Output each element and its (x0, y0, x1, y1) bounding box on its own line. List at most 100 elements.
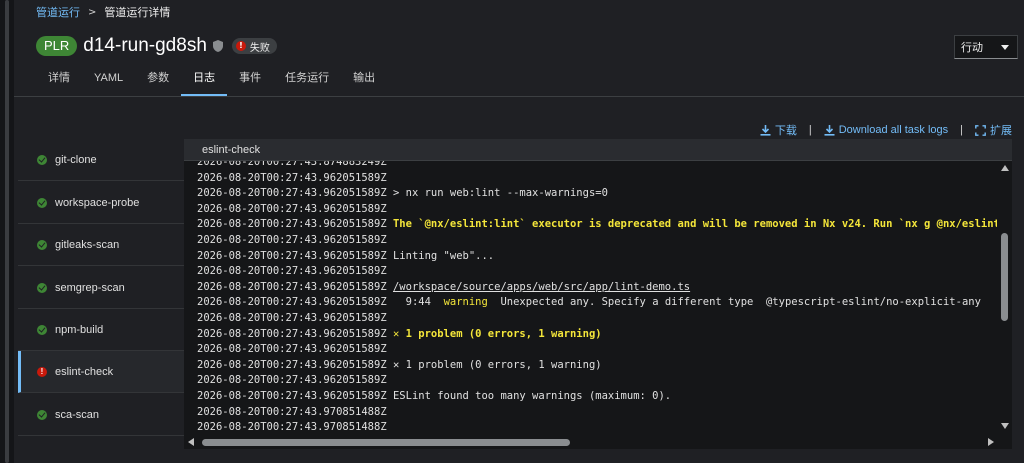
status-label: 失败 (249, 42, 270, 54)
log-timestamp: 2026-08-20T00:27:43.962051589Z (197, 389, 387, 402)
title-row: PLR d14-run-gd8sh ! 失败 (36, 33, 277, 59)
download-all-label: Download all task logs (838, 124, 949, 136)
tab-details[interactable]: 详情 (36, 62, 82, 96)
breadcrumb-pipeline-runs-link[interactable]: 管道运行 (36, 4, 80, 20)
scroll-up-arrow-icon[interactable] (1001, 165, 1009, 171)
log-timestamp: 2026-08-20T00:27:43.962051589Z (197, 311, 387, 324)
log-file-link[interactable]: /workspace/source/apps/web/src/app/lint-… (393, 281, 690, 293)
actions-label: 行动 (961, 41, 983, 54)
vertical-scrollbar[interactable] (998, 161, 1012, 433)
download-button[interactable]: 下载 (760, 122, 797, 138)
log-timestamp: 2026-08-20T00:27:43.962051589Z (197, 296, 387, 309)
task-item-sca-scan[interactable]: sca-scan (18, 394, 184, 436)
vertical-scroll-thumb[interactable] (1001, 233, 1008, 321)
log-timestamp: 2026-08-20T00:27:43.962051589Z (197, 233, 387, 246)
log-message: Linting "web"... (392, 249, 495, 262)
log-timestamp: 2026-08-20T00:27:43.962051589Z (197, 171, 387, 184)
resource-kind-badge: PLR (36, 36, 78, 56)
log-line: 2026-08-20T00:27:43.962051589Z /workspac… (197, 280, 997, 296)
check-circle-icon (37, 197, 47, 208)
log-timestamp: 2026-08-20T00:27:43.962051589Z (197, 280, 387, 293)
log-viewer[interactable]: 2026-08-20T00:27:43.874883249Z 2026-08-2… (184, 161, 1012, 449)
log-lines: 2026-08-20T00:27:43.874883249Z 2026-08-2… (197, 161, 997, 436)
tab-output[interactable]: 输出 (341, 62, 387, 96)
tab-events[interactable]: 事件 (227, 62, 273, 96)
exclamation-circle-icon: ! (235, 41, 246, 51)
tab-bar: 详情 YAML 参数 日志 事件 任务运行 输出 (36, 62, 387, 96)
log-line: 2026-08-20T00:27:43.962051589Z (197, 264, 997, 280)
log-panel-header: eslint-check (184, 139, 1012, 161)
log-warning-tag: warning (443, 296, 488, 309)
download-icon (760, 124, 771, 136)
scroll-right-arrow-icon[interactable] (988, 438, 994, 446)
tab-yaml[interactable]: YAML (82, 62, 135, 96)
left-rail (0, 0, 14, 463)
log-line: 2026-08-20T00:27:43.962051589Z (197, 311, 997, 327)
log-timestamp: 2026-08-20T00:27:43.962051589Z (197, 218, 387, 231)
log-message: ✕ 1 problem (0 errors, 1 warning) (392, 358, 602, 371)
expand-button[interactable]: 扩展 (975, 122, 1012, 138)
scroll-down-arrow-icon[interactable] (1001, 423, 1009, 429)
task-item-eslint-check[interactable]: ! eslint-check (18, 351, 184, 393)
log-message: The `@nx/eslint:lint` executor is deprec… (392, 218, 997, 231)
page: 管道运行 > 管道运行详情 PLR d14-run-gd8sh ! 失败 行动 … (14, 0, 1024, 463)
actions-dropdown[interactable]: 行动 (954, 35, 1018, 59)
tab-parameters[interactable]: 参数 (135, 62, 181, 96)
breadcrumb-separator: > (88, 6, 97, 18)
log-line: 2026-08-20T00:27:43.962051589Z (197, 342, 997, 358)
tabs-divider (14, 96, 1024, 97)
exclamation-circle-icon: ! (37, 366, 47, 377)
log-line: 2026-08-20T00:27:43.962051589Z The `@nx/… (197, 217, 997, 233)
log-line: 2026-08-20T00:27:43.970851488Z (197, 405, 997, 421)
task-name: npm-build (55, 323, 104, 336)
log-toolbar: 下载 | Download all task logs | 扩展 (760, 122, 1012, 138)
shield-icon (212, 40, 223, 52)
log-line: 2026-08-20T00:27:43.962051589Z Linting "… (197, 249, 997, 265)
download-all-logs-button[interactable]: Download all task logs (824, 124, 948, 136)
log-message: ESLint found too many warnings (maximum:… (392, 389, 672, 402)
page-title: d14-run-gd8sh (83, 35, 207, 56)
task-name: sca-scan (55, 408, 100, 421)
log-timestamp: 2026-08-20T00:27:43.970851488Z (197, 421, 387, 434)
breadcrumb-current: 管道运行详情 (104, 6, 171, 19)
tab-logs[interactable]: 日志 (181, 62, 228, 96)
log-position: 9:44 (392, 296, 444, 309)
log-timestamp: 2026-08-20T00:27:43.962051589Z (197, 358, 387, 371)
log-timestamp: 2026-08-20T00:27:43.962051589Z (197, 327, 387, 340)
log-line: 2026-08-20T00:27:43.962051589Z (197, 171, 997, 187)
expand-icon (975, 124, 986, 136)
toolbar-separator: | (960, 124, 963, 136)
task-item-git-clone[interactable]: git-clone (18, 139, 184, 181)
task-list: git-clone workspace-probe gitleaks-scan … (18, 139, 184, 439)
horizontal-scroll-thumb[interactable] (202, 439, 570, 446)
log-line: 2026-08-20T00:27:43.962051589Z (197, 233, 997, 249)
task-item-npm-build[interactable]: npm-build (18, 309, 184, 351)
log-line: 2026-08-20T00:27:43.962051589Z ✕ 1 probl… (197, 327, 997, 343)
scroll-left-arrow-icon[interactable] (188, 438, 194, 446)
horizontal-scrollbar[interactable] (184, 435, 1012, 449)
download-icon (824, 124, 835, 136)
caret-down-icon (1001, 45, 1009, 50)
log-line: 2026-08-20T00:27:43.962051589Z 9:44 warn… (197, 295, 997, 311)
check-circle-icon (37, 154, 47, 165)
tab-task-runs[interactable]: 任务运行 (273, 62, 341, 96)
task-item-semgrep-scan[interactable]: semgrep-scan (18, 267, 184, 309)
log-message: ✕ 1 problem (0 errors, 1 warning) (392, 327, 602, 340)
left-rail-scrollbar[interactable] (5, 0, 9, 463)
task-item-workspace-probe[interactable]: workspace-probe (18, 182, 184, 224)
task-item-gitleaks-scan[interactable]: gitleaks-scan (18, 224, 184, 266)
log-line: 2026-08-20T00:27:43.962051589Z (197, 373, 997, 389)
log-timestamp: 2026-08-20T00:27:43.962051589Z (197, 187, 387, 200)
check-circle-icon (37, 409, 47, 420)
log-line: 2026-08-20T00:27:43.962051589Z ✕ 1 probl… (197, 358, 997, 374)
task-name: eslint-check (55, 365, 114, 378)
download-label: 下载 (774, 125, 797, 137)
log-timestamp: 2026-08-20T00:27:43.962051589Z (197, 265, 387, 278)
task-name: git-clone (55, 153, 97, 166)
check-circle-icon (37, 324, 47, 335)
log-message: Unexpected any. Specify a different type… (487, 296, 981, 309)
toolbar-separator: | (808, 124, 812, 136)
status-badge: ! 失败 (231, 38, 277, 54)
log-line: 2026-08-20T00:27:43.962051589Z (197, 202, 997, 218)
task-name: semgrep-scan (55, 281, 125, 294)
